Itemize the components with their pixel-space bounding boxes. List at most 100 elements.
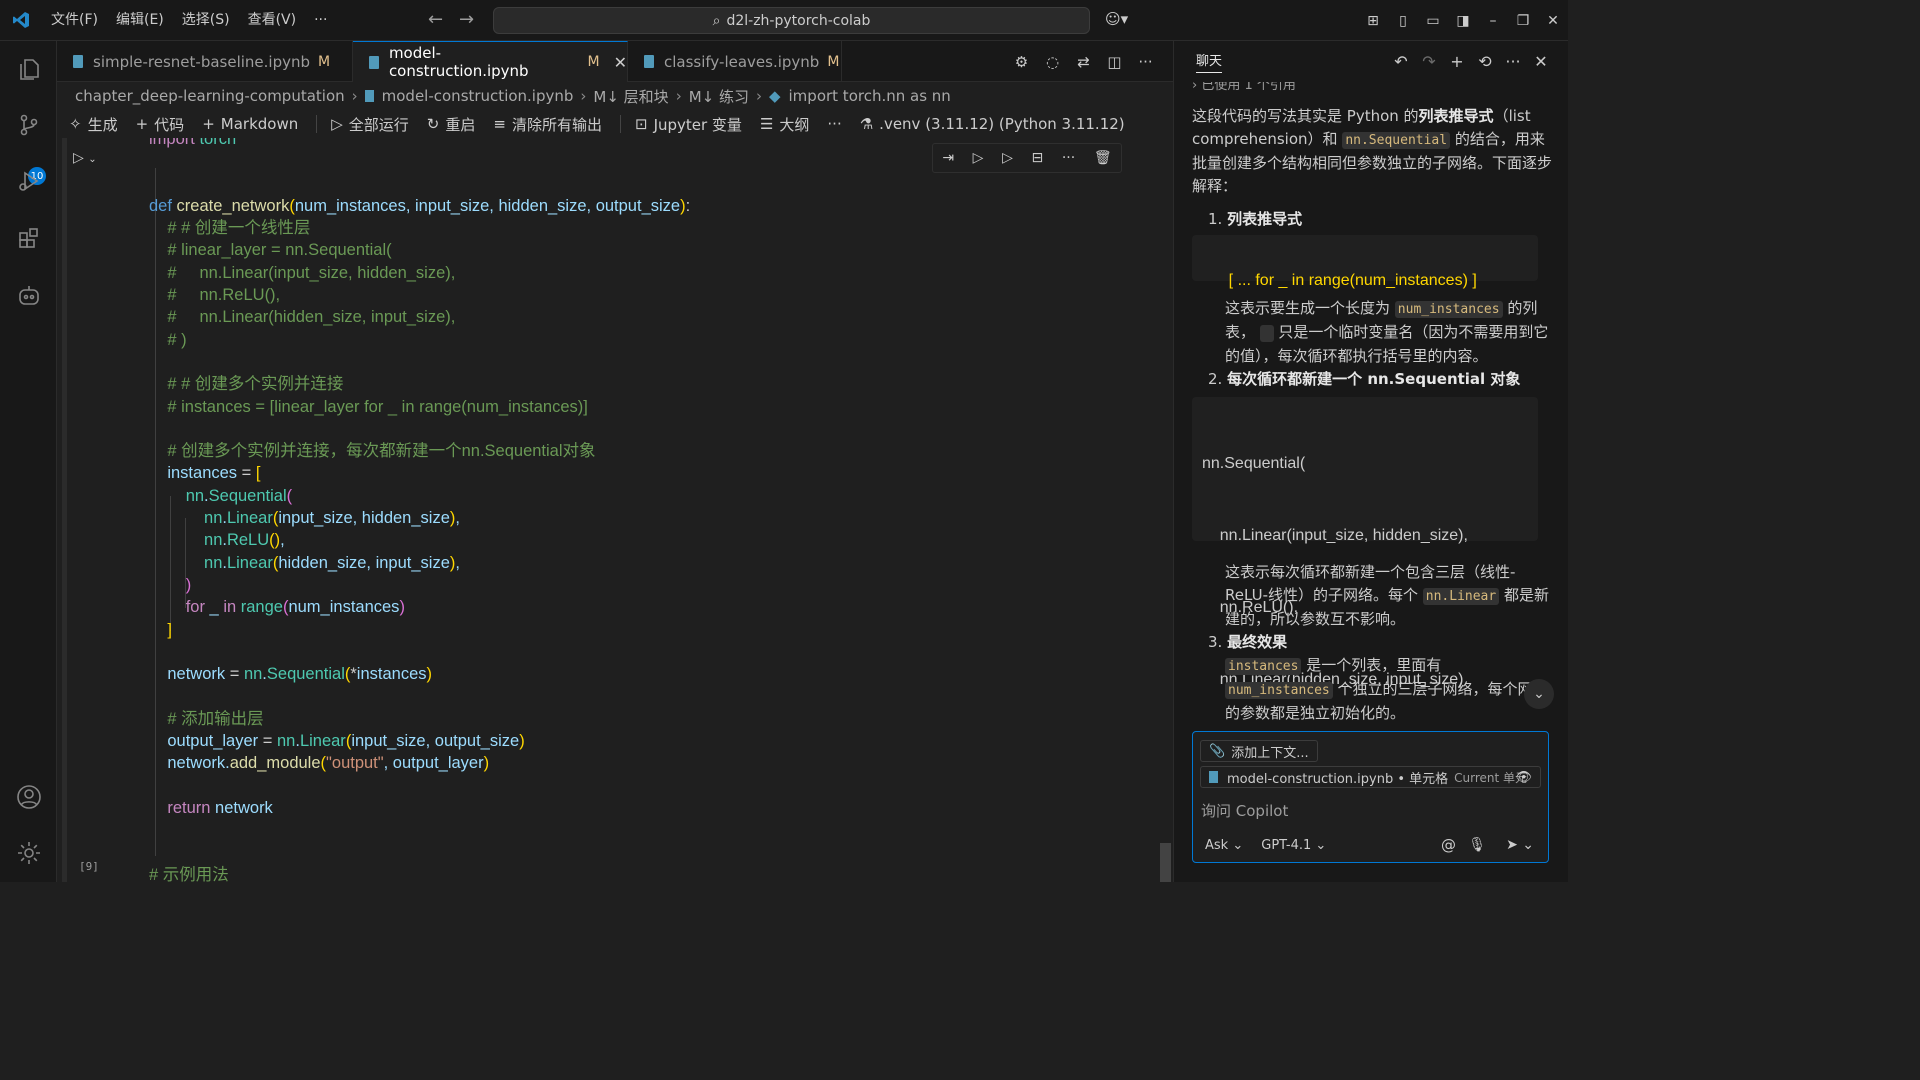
account-icon[interactable] [13, 781, 45, 813]
search-icon: ⌕ [712, 12, 721, 29]
tab-classify-leaves[interactable]: classify-leaves.ipynb M [628, 41, 842, 82]
chat-input-box: 📎 添加上下文... model-construction.ipynb • 单元… [1192, 731, 1549, 863]
context-attachment[interactable]: model-construction.ipynb • 单元格 Current 单… [1200, 766, 1541, 788]
menu-selection[interactable]: 选择(S) [173, 0, 239, 41]
clear-outputs-label: 清除所有输出 [511, 115, 602, 134]
forward-arrow-icon[interactable]: → [459, 9, 474, 30]
restart-button[interactable]: ↻ 重启 [427, 114, 476, 135]
extensions-icon[interactable] [13, 222, 45, 254]
command-center-search[interactable]: ⌕ d2l-zh-pytorch-colab [493, 7, 1090, 34]
send-button[interactable]: ➤ ⌄ [1506, 837, 1534, 853]
minimize-icon[interactable]: – [1478, 13, 1508, 29]
history-icon[interactable]: ⟲ [1471, 52, 1499, 71]
back-arrow-icon[interactable]: ← [428, 9, 443, 30]
kernel-picker[interactable]: ⚗ .venv (3.11.12) (Python 3.11.12) [860, 115, 1125, 133]
close-window-icon[interactable]: ✕ [1538, 13, 1568, 29]
close-panel-icon[interactable]: ✕ [1527, 52, 1555, 71]
scroll-down-button[interactable]: ⌄ [1524, 679, 1554, 709]
chat-input-toolbar: Ask ⌄ GPT-4.1 ⌄ @ 🎙 ➤ ⌄ [1201, 834, 1542, 856]
mention-button[interactable]: @ [1441, 836, 1456, 854]
chat-title[interactable]: 聊天 [1196, 50, 1223, 73]
list-item-body: instances 是一个列表，里面有 num_instances 个独立的三层… [1225, 654, 1552, 722]
microphone-icon[interactable]: 🎙 [1468, 837, 1486, 853]
add-code-button[interactable]: + 代码 [136, 114, 185, 135]
breadcrumb-cell[interactable]: import torch.nn as nn [789, 87, 951, 105]
eye-closed-icon[interactable]: ◌ [1037, 53, 1068, 71]
breadcrumb-subsection[interactable]: M↓ 练习 [689, 86, 749, 107]
run-all-button[interactable]: ▷ 全部运行 [331, 114, 409, 135]
source-control-icon[interactable] [13, 109, 45, 141]
search-label: d2l-zh-pytorch-colab [726, 12, 871, 29]
activity-bar: 10 [0, 41, 57, 882]
explorer-icon[interactable] [13, 53, 45, 85]
editor-actions: ⚙ ◌ ⇄ ◫ ··· [1006, 41, 1161, 82]
undo-icon[interactable]: ↶ [1387, 52, 1415, 71]
menu-more[interactable]: ··· [305, 0, 336, 41]
breadcrumb: chapter_deep-learning-computation › mode… [57, 82, 1173, 110]
new-chat-icon[interactable]: + [1443, 52, 1471, 71]
run-debug-icon[interactable] [13, 165, 45, 197]
inline-code: instances [1225, 658, 1302, 675]
chat-prompt-input[interactable]: 询问 Copilot [1201, 800, 1288, 821]
toggle-sidebar-icon[interactable]: ▯ [1388, 13, 1418, 29]
code-editor[interactable]: import torch def create_network(num_inst… [149, 138, 1149, 882]
tab-simple-resnet[interactable]: simple-resnet-baseline.ipynb M [57, 41, 353, 82]
add-markdown-button[interactable]: + Markdown [202, 115, 298, 133]
layout-customize-icon[interactable]: ⊞ [1358, 13, 1388, 29]
list-item: 2. 每次循环都新建一个 nn.Sequential 对象 [1208, 370, 1521, 388]
run-cell-button[interactable]: ▷ ⌄ [73, 150, 97, 166]
chat-header: 聊天 ↶ ↷ + ⟲ ··· ✕ [1174, 41, 1569, 82]
breadcrumb-folder[interactable]: chapter_deep-learning-computation [75, 87, 345, 105]
clear-outputs-button[interactable]: ≡ 清除所有输出 [493, 114, 602, 135]
send-icon: ➤ [1506, 837, 1518, 853]
menu-view[interactable]: 查看(V) [239, 0, 306, 41]
context-file-label: model-construction.ipynb • 单元格 [1227, 771, 1449, 787]
close-tab-icon[interactable]: ✕ [614, 53, 627, 72]
notebook-file-icon [364, 90, 374, 102]
copilot-agent-icon[interactable] [13, 279, 45, 311]
notebook-file-icon [369, 55, 379, 69]
mode-picker[interactable]: Ask ⌄ [1205, 838, 1243, 853]
model-picker[interactable]: GPT-4.1 ⌄ [1261, 838, 1326, 853]
editor-scrollbar[interactable] [1160, 843, 1171, 882]
breadcrumb-section[interactable]: M↓ 层和块 [593, 86, 668, 107]
code-line: nn.Linear(input_size, hidden_size), [1202, 527, 1468, 544]
copilot-icon[interactable]: ☺▾ [1105, 10, 1128, 28]
compare-changes-icon[interactable]: ⇄ [1068, 53, 1099, 71]
chevron-down-icon: ⌄ [1232, 837, 1244, 853]
code-line: return network [167, 798, 273, 817]
toolbar-more-button[interactable]: ··· [827, 115, 841, 133]
toggle-secondary-sidebar-icon[interactable]: ◨ [1448, 13, 1478, 29]
outline-button[interactable]: ☰ 大纲 [760, 114, 809, 135]
jupyter-variables-button[interactable]: ⊡ Jupyter 变量 [635, 114, 742, 135]
generate-button[interactable]: ✧ 生成 [69, 114, 118, 135]
chat-actions: ↶ ↷ + ⟲ ··· ✕ [1387, 41, 1555, 82]
tab-model-construction[interactable]: model-construction.ipynb M ✕ [353, 41, 628, 82]
more-actions-icon[interactable]: ··· [1499, 52, 1527, 71]
split-editor-icon[interactable]: ◫ [1099, 53, 1130, 71]
chevron-right-icon: › [675, 87, 682, 105]
code-line: instances = [ [149, 464, 261, 483]
settings-gear-icon[interactable] [13, 837, 45, 869]
eye-icon[interactable]: 👁 [1515, 770, 1532, 785]
add-context-button[interactable]: 📎 添加上下文... [1200, 740, 1318, 762]
breadcrumb-file[interactable]: model-construction.ipynb [382, 87, 574, 105]
menu-file[interactable]: 文件(F) [42, 0, 107, 41]
jupyter-variables-label: Jupyter 变量 [653, 115, 742, 134]
restore-icon[interactable]: ❐ [1508, 13, 1538, 29]
add-code-label: 代码 [154, 115, 185, 134]
chat-intro: 这段代码的写法其实是 Python 的列表推导式（list comprehens… [1192, 105, 1552, 198]
code-line: # nn.ReLU(), [167, 286, 281, 305]
toggle-panel-icon[interactable]: ▭ [1418, 13, 1448, 29]
redo-icon[interactable]: ↷ [1415, 52, 1443, 71]
editor-area: simple-resnet-baseline.ipynb M model-con… [57, 41, 1173, 882]
code-cell[interactable]: ▷ ⌄ [9] ⇥ ▷ ▷ ⊟ ··· 🗑 import torch def c… [57, 138, 1173, 882]
gear-icon[interactable]: ⚙ [1006, 53, 1037, 71]
used-references[interactable]: › 已使用 1 个引用 [1192, 82, 1552, 97]
more-actions-icon[interactable]: ··· [1130, 53, 1161, 71]
menu-edit[interactable]: 编辑(E) [107, 0, 173, 41]
